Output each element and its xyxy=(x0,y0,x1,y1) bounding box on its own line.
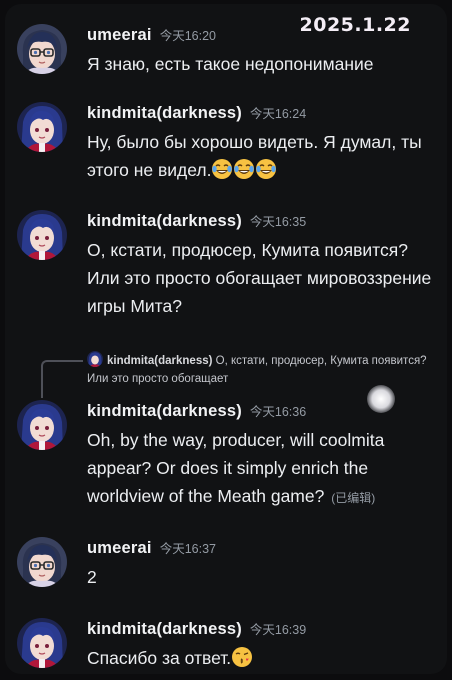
author-name[interactable]: kindmita(darkness) xyxy=(87,212,242,230)
author-name[interactable]: kindmita(darkness) xyxy=(87,402,242,420)
message-text: Oh, by the way, producer, will coolmita … xyxy=(87,426,437,512)
dark-hair-avatar-icon xyxy=(87,351,103,367)
author-name[interactable]: kindmita(darkness) xyxy=(87,104,242,122)
timestamp: 今天16:36 xyxy=(249,405,307,419)
timestamp: 今天16:35 xyxy=(249,215,307,229)
timestamp: 今天16:20 xyxy=(159,29,216,43)
reply-author: kindmita(darkness) xyxy=(107,355,213,367)
author-name[interactable]: kindmita(darkness) xyxy=(87,620,242,638)
dark-hair-avatar-icon[interactable] xyxy=(17,102,67,152)
glasses-avatar-icon[interactable] xyxy=(17,537,67,587)
message-text-content: Спасибо за ответ. xyxy=(87,648,232,668)
message-text: Спасибо за ответ. xyxy=(87,644,437,672)
author-name[interactable]: umeerai xyxy=(87,539,152,557)
chat-window: 2025.1.22 umeerai 今天16:20 Я знаю, есть т… xyxy=(5,4,447,674)
message-text: Ну, было бы хорошо видеть. Я думал, ты э… xyxy=(87,128,437,184)
kiss-emoji xyxy=(231,646,253,668)
message-body: umeerai 今天16:37 2 xyxy=(87,537,437,591)
author-name[interactable]: umeerai xyxy=(87,26,152,44)
tears-of-joy-emoji xyxy=(211,158,233,180)
message-body: kindmita(darkness) 今天16:24 Ну, было бы хо… xyxy=(87,102,437,184)
message-text: 2 xyxy=(87,567,97,587)
reply-connector xyxy=(41,360,83,398)
message-body: kindmita(darkness) 今天16:39 Спасибо за отв… xyxy=(87,618,437,672)
dark-hair-avatar-icon[interactable] xyxy=(17,210,67,260)
message-body: kindmita(darkness) 今天16:36 Oh, by the way… xyxy=(87,400,437,512)
dark-hair-avatar-icon[interactable] xyxy=(17,618,67,668)
message-text: Я знаю, есть такое недопонимание xyxy=(87,54,374,74)
timestamp: 今天16:37 xyxy=(159,542,216,556)
timestamp: 今天16:24 xyxy=(249,107,307,121)
reply-preview[interactable]: kindmita(darkness) О, кстати, продюсер, … xyxy=(87,351,435,388)
message-body: kindmita(darkness) 今天16:35 О, кстати, про… xyxy=(87,210,437,320)
timestamp: 今天16:39 xyxy=(249,623,307,637)
glasses-avatar-icon[interactable] xyxy=(17,24,67,74)
edited-label: (已编辑) xyxy=(331,491,376,505)
message-text: О, кстати, продюсер, Кумита появится? Ил… xyxy=(87,240,432,316)
message-body: umeerai 今天16:20 Я знаю, есть такое недопо… xyxy=(87,24,437,78)
dark-hair-avatar-icon[interactable] xyxy=(17,400,67,450)
tears-of-joy-emoji xyxy=(233,158,255,180)
tears-of-joy-emoji xyxy=(255,158,277,180)
